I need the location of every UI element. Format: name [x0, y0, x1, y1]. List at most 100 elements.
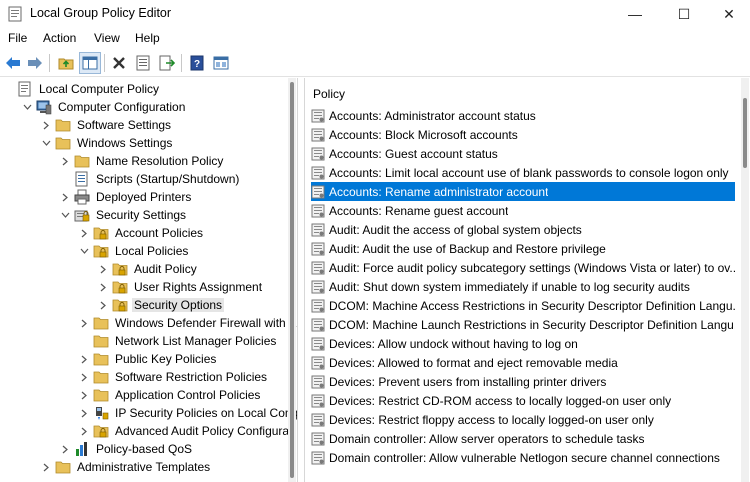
- list-scrollbar[interactable]: [741, 78, 749, 482]
- show-hide-console-tree-button[interactable]: [79, 52, 101, 74]
- tree-node[interactable]: Public Key Policies: [78, 350, 218, 368]
- chevron-down-icon[interactable]: [78, 242, 90, 260]
- tree-node[interactable]: Deployed Printers: [59, 188, 193, 206]
- forward-button[interactable]: [24, 52, 46, 74]
- policy-name: DCOM: Machine Launch Restrictions in Sec…: [329, 317, 735, 332]
- chevron-right-icon[interactable]: [78, 314, 90, 332]
- chevron-right-icon[interactable]: [78, 404, 90, 422]
- policy-row[interactable]: Devices: Allowed to format and eject rem…: [311, 353, 735, 372]
- chevron-right-icon[interactable]: [78, 224, 90, 242]
- tree-node[interactable]: Windows Defender Firewall with A: [78, 314, 297, 332]
- computer-policy-icon: [17, 81, 33, 97]
- policy-setting-icon: [311, 394, 325, 408]
- chevron-right-icon[interactable]: [59, 152, 71, 170]
- show-hide-tree-icon: [82, 56, 98, 70]
- tree-node[interactable]: Network List Manager Policies: [78, 332, 278, 350]
- policy-row[interactable]: Devices: Restrict CD-ROM access to local…: [311, 391, 735, 410]
- policy-row[interactable]: DCOM: Machine Access Restrictions in Sec…: [311, 296, 735, 315]
- policy-row[interactable]: Accounts: Rename guest account: [311, 201, 735, 220]
- tree-node-label: Scripts (Startup/Shutdown): [96, 172, 240, 186]
- tree-node[interactable]: Advanced Audit Policy Configurat: [78, 422, 294, 440]
- chevron-down-icon[interactable]: [59, 206, 71, 224]
- policy-row[interactable]: Devices: Allow undock without having to …: [311, 334, 735, 353]
- back-button[interactable]: [2, 52, 24, 74]
- minimize-button[interactable]: —: [612, 0, 658, 28]
- back-icon: [6, 57, 20, 69]
- policy-row[interactable]: Accounts: Guest account status: [311, 144, 735, 163]
- tree-node[interactable]: Local Computer Policy: [2, 80, 161, 98]
- close-button[interactable]: ✕: [706, 0, 750, 28]
- chevron-right-icon[interactable]: [59, 440, 71, 458]
- menu-help[interactable]: Help: [135, 31, 160, 45]
- view-button[interactable]: [210, 52, 232, 74]
- tree-scrollbar[interactable]: [288, 78, 296, 482]
- tree-node[interactable]: Policy-based QoS: [59, 440, 194, 458]
- tree-node[interactable]: Software Restriction Policies: [78, 368, 269, 386]
- menu-file[interactable]: File: [8, 31, 27, 45]
- up-one-level-button[interactable]: [55, 52, 77, 74]
- chevron-right-icon[interactable]: [97, 296, 109, 314]
- policy-row[interactable]: Devices: Restrict floppy access to local…: [311, 410, 735, 429]
- policy-row[interactable]: Domain controller: Allow server operator…: [311, 429, 735, 448]
- chevron-right-icon[interactable]: [40, 458, 52, 476]
- policy-row[interactable]: Accounts: Block Microsoft accounts: [311, 125, 735, 144]
- menu-action[interactable]: Action: [43, 31, 76, 45]
- policy-row[interactable]: Accounts: Administrator account status: [311, 106, 735, 125]
- policy-list-pane[interactable]: Policy Accounts: Administrator account s…: [304, 78, 750, 482]
- help-button[interactable]: ?: [186, 52, 208, 74]
- properties-button[interactable]: [132, 52, 154, 74]
- tree-node[interactable]: Name Resolution Policy: [59, 152, 225, 170]
- tree-node[interactable]: Computer Configuration: [21, 98, 187, 116]
- maximize-button[interactable]: ☐: [661, 0, 707, 28]
- tree-node-label: Software Settings: [77, 118, 172, 132]
- chevron-right-icon[interactable]: [97, 260, 109, 278]
- chevron-right-icon[interactable]: [78, 386, 90, 404]
- tree-node[interactable]: Windows Settings: [40, 134, 174, 152]
- tree-node[interactable]: Local Policies: [78, 242, 190, 260]
- policy-row[interactable]: Audit: Force audit policy subcategory se…: [311, 258, 735, 277]
- policy-row[interactable]: Accounts: Limit local account use of bla…: [311, 163, 735, 182]
- chevron-right-icon[interactable]: [78, 368, 90, 386]
- chevron-right-icon[interactable]: [40, 116, 52, 134]
- tree-scroll-thumb[interactable]: [290, 82, 294, 478]
- tree-node[interactable]: Audit Policy: [97, 260, 199, 278]
- policy-row[interactable]: Audit: Shut down system immediately if u…: [311, 277, 735, 296]
- tree-node[interactable]: Administrative Templates: [40, 458, 212, 476]
- policy-row[interactable]: DCOM: Machine Launch Restrictions in Sec…: [311, 315, 735, 334]
- chevron-right-icon[interactable]: [78, 422, 90, 440]
- policy-row[interactable]: Devices: Prevent users from installing p…: [311, 372, 735, 391]
- tree-node[interactable]: Application Control Policies: [78, 386, 262, 404]
- policy-column-header[interactable]: Policy: [313, 87, 345, 101]
- tree-node[interactable]: Security Settings: [59, 206, 188, 224]
- chevron-down-icon[interactable]: [21, 98, 33, 116]
- policy-name: Accounts: Administrator account status: [329, 108, 536, 123]
- console-tree-pane[interactable]: Local Computer Policy Computer Configurat…: [0, 78, 298, 482]
- policy-row[interactable]: Domain controller: Allow vulnerable Netl…: [311, 448, 735, 467]
- policy-row[interactable]: Accounts: Rename administrator account: [311, 182, 735, 201]
- tree-node[interactable]: Scripts (Startup/Shutdown): [59, 170, 241, 188]
- chevron-right-icon[interactable]: [59, 188, 71, 206]
- policy-setting-icon: [311, 337, 325, 351]
- tree-node[interactable]: Account Policies: [78, 224, 205, 242]
- tree-node-label: Name Resolution Policy: [96, 154, 224, 168]
- chevron-right-icon[interactable]: [78, 350, 90, 368]
- tree-node-label: Windows Defender Firewall with A: [115, 316, 297, 330]
- delete-button[interactable]: [108, 52, 130, 74]
- ipsec-icon: [93, 405, 109, 421]
- list-scroll-thumb[interactable]: [743, 98, 747, 168]
- chevron-down-icon[interactable]: [40, 134, 52, 152]
- tree-node[interactable]: Software Settings: [40, 116, 173, 134]
- tree-node[interactable]: IP Security Policies on Local Comp: [78, 404, 297, 422]
- policy-row[interactable]: Audit: Audit the access of global system…: [311, 220, 735, 239]
- export-list-button[interactable]: [156, 52, 178, 74]
- toolbar: ?: [0, 49, 750, 77]
- policy-setting-icon: [311, 223, 325, 237]
- menu-view[interactable]: View: [94, 31, 120, 45]
- policy-row[interactable]: Audit: Audit the use of Backup and Resto…: [311, 239, 735, 258]
- tree-node[interactable]: User Rights Assignment: [97, 278, 264, 296]
- policy-setting-icon: [311, 204, 325, 218]
- policy-name: Accounts: Limit local account use of bla…: [329, 165, 729, 180]
- tree-node[interactable]: Security Options: [97, 296, 225, 314]
- chevron-right-icon[interactable]: [97, 278, 109, 296]
